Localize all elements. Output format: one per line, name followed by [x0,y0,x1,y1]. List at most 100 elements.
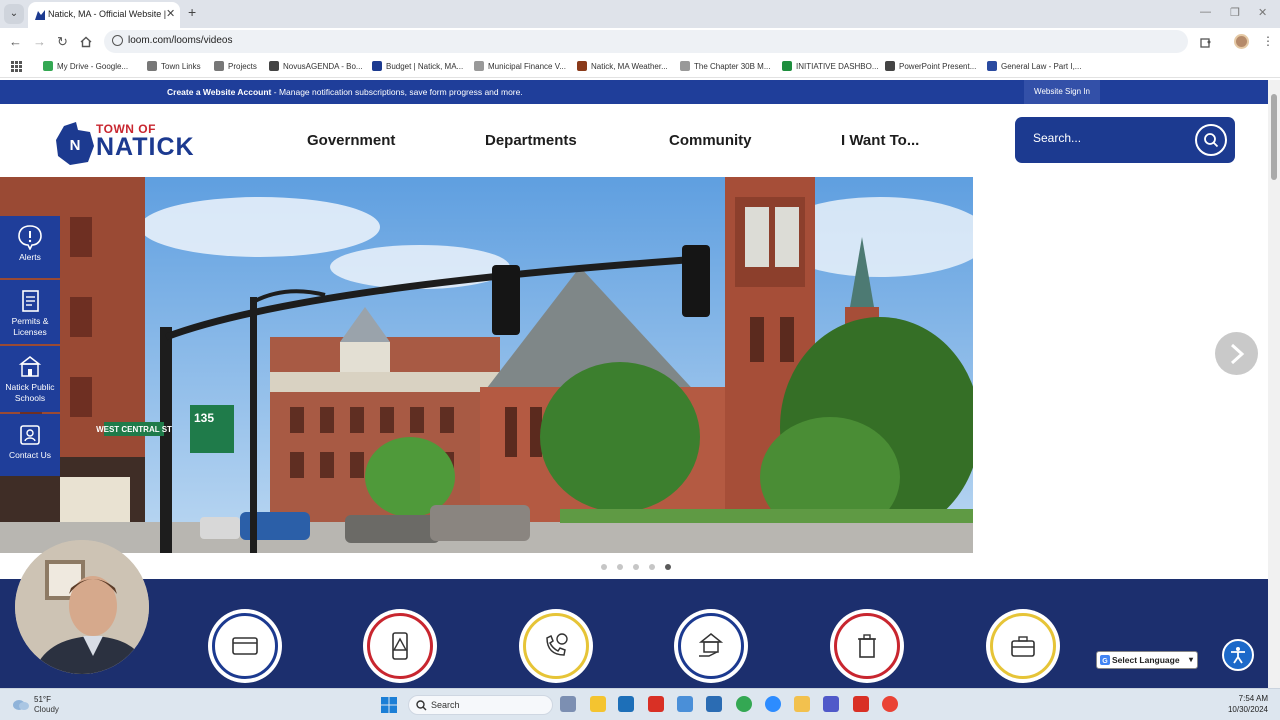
slider-dot[interactable] [601,564,607,570]
quicklink-contact[interactable]: Contact Us [0,414,60,476]
address-bar[interactable]: loom.com/looms/videos [104,30,1188,53]
taskbar-search-label: Search [431,700,460,710]
chrome-active-icon[interactable] [882,696,898,712]
reload-icon[interactable]: ↻ [57,34,68,50]
bookmark-label: Municipal Finance V... [488,62,566,71]
forward-icon[interactable]: → [33,34,46,49]
browser-tab-strip: ⌄ Natick, MA - Official Website | O ✕ + … [0,0,1280,28]
website-sign-in-button[interactable]: Website Sign In [1024,80,1100,104]
system-clock[interactable]: 7:54 AM 10/30/2024 [1210,693,1268,715]
clock-time: 7:54 AM [1238,694,1268,703]
nav-government[interactable]: Government [307,132,395,149]
quicklink-alerts[interactable]: Alerts [0,216,60,278]
clock-date: 10/30/2024 [1227,705,1268,714]
slider-dot[interactable] [649,564,655,570]
search-submit-button[interactable] [1195,124,1227,156]
town-logo[interactable]: N TOWN OF NATICK [56,122,206,166]
bookmark-favicon-icon [147,61,157,71]
sticky-notes-icon[interactable] [590,696,606,712]
home-icon[interactable] [80,36,92,48]
apps-grid-icon[interactable] [11,61,22,72]
accessibility-button[interactable] [1222,639,1254,671]
slider-dot[interactable] [665,564,671,570]
excel-app-icon[interactable] [618,696,634,712]
taskbar-search[interactable]: Search [408,695,553,715]
gmail-app-icon[interactable] [648,696,664,712]
bookmark-label: Projects [228,62,257,71]
service-trash-button[interactable] [830,609,904,683]
network-app-icon[interactable] [677,696,693,712]
site-info-icon[interactable] [112,35,123,46]
tab-title: Natick, MA - Official Website | O [48,9,166,19]
bookmark-favicon-icon [43,61,53,71]
bookmark-item[interactable]: Municipal Finance V... [474,61,566,71]
zoom-app-icon[interactable] [765,696,781,712]
task-view-icon[interactable] [560,696,576,712]
chrome-app-icon[interactable] [736,696,752,712]
service-property-button[interactable] [674,609,748,683]
file-explorer-icon[interactable] [794,696,810,712]
bookmark-item[interactable]: General Law - Part I,... [987,61,1081,71]
search-icon [1204,133,1219,148]
extensions-icon[interactable] [1199,36,1212,49]
bookmark-item[interactable]: Budget | Natick, MA... [372,61,463,71]
language-select[interactable]: G Select Language ▾ [1096,651,1198,669]
accessibility-icon [1231,647,1245,664]
new-tab-button[interactable]: + [188,4,196,20]
scrollbar-thumb[interactable] [1271,94,1277,180]
nav-departments[interactable]: Departments [485,132,577,149]
slider-dot[interactable] [617,564,623,570]
gmail-second-icon[interactable] [853,696,869,712]
quicklink-schools[interactable]: Natick Public Schools [0,346,60,412]
site-search-input[interactable] [1033,131,1183,145]
nav-i-want-to[interactable]: I Want To... [841,132,919,149]
close-window-icon[interactable]: ✕ [1258,6,1267,19]
contact-card-icon [20,425,40,445]
bookmark-label: Town Links [161,62,201,71]
windows-start-icon[interactable] [381,697,397,713]
browser-menu-icon[interactable]: ⋮ [1262,34,1274,48]
profile-avatar[interactable] [1234,34,1249,49]
bookmark-label: INITIATIVE DASHBO... [796,62,879,71]
account-banner-message[interactable]: Create a Website Account - Manage notifi… [167,87,523,97]
bookmarks-bar: My Drive - Google... Town Links Projects No… [0,56,1280,78]
next-slide-button[interactable] [1215,332,1258,375]
street-sign-text: WEST CENTRAL ST [96,425,172,434]
google-translate-icon: G [1100,655,1110,665]
bookmark-favicon-icon [680,61,690,71]
service-contact-button[interactable] [519,609,593,683]
service-jobs-button[interactable] [986,609,1060,683]
bookmark-item[interactable]: INITIATIVE DASHBO... [782,61,879,71]
bookmark-item[interactable]: The Chapter 30B M... [680,61,770,71]
bookmark-item[interactable]: PowerPoint Present... [885,61,976,71]
minimize-icon[interactable]: — [1200,6,1211,18]
bookmark-label: The Chapter 30B M... [694,62,771,71]
quicklink-permits[interactable]: Permits & Licenses [0,280,60,344]
tab-search-button[interactable]: ⌄ [4,4,24,24]
bookmark-favicon-icon [782,61,792,71]
page-scrollbar[interactable] [1268,80,1280,688]
planner-app-icon[interactable] [706,696,722,712]
bookmark-item[interactable]: NovusAGENDA - Bo... [269,61,363,71]
bookmark-item[interactable]: My Drive - Google... [43,61,128,71]
bookmark-favicon-icon [372,61,382,71]
back-icon[interactable]: ← [9,34,22,49]
weather-condition: Cloudy [34,705,59,714]
close-tab-icon[interactable]: ✕ [166,7,175,20]
search-icon [416,700,427,711]
restore-icon[interactable]: ❐ [1230,6,1240,19]
service-pay-online-button[interactable] [208,609,282,683]
bookmark-item[interactable]: Town Links [147,61,201,71]
briefcase-icon [1011,636,1035,657]
quicklink-contact-label: Contact Us [8,450,52,460]
teams-app-icon[interactable] [823,696,839,712]
service-report-issue-button[interactable] [363,609,437,683]
bookmark-item[interactable]: Natick, MA Weather... [577,61,668,71]
active-tab[interactable]: Natick, MA - Official Website | O ✕ [28,2,180,28]
bookmark-item[interactable]: Projects [214,61,257,71]
credit-card-icon [232,637,258,655]
downtown-natick-photo: WEST CENTRAL ST 135 [0,177,973,553]
slider-dot[interactable] [633,564,639,570]
webcam-presenter-bubble[interactable] [15,540,149,674]
nav-community[interactable]: Community [669,132,752,149]
